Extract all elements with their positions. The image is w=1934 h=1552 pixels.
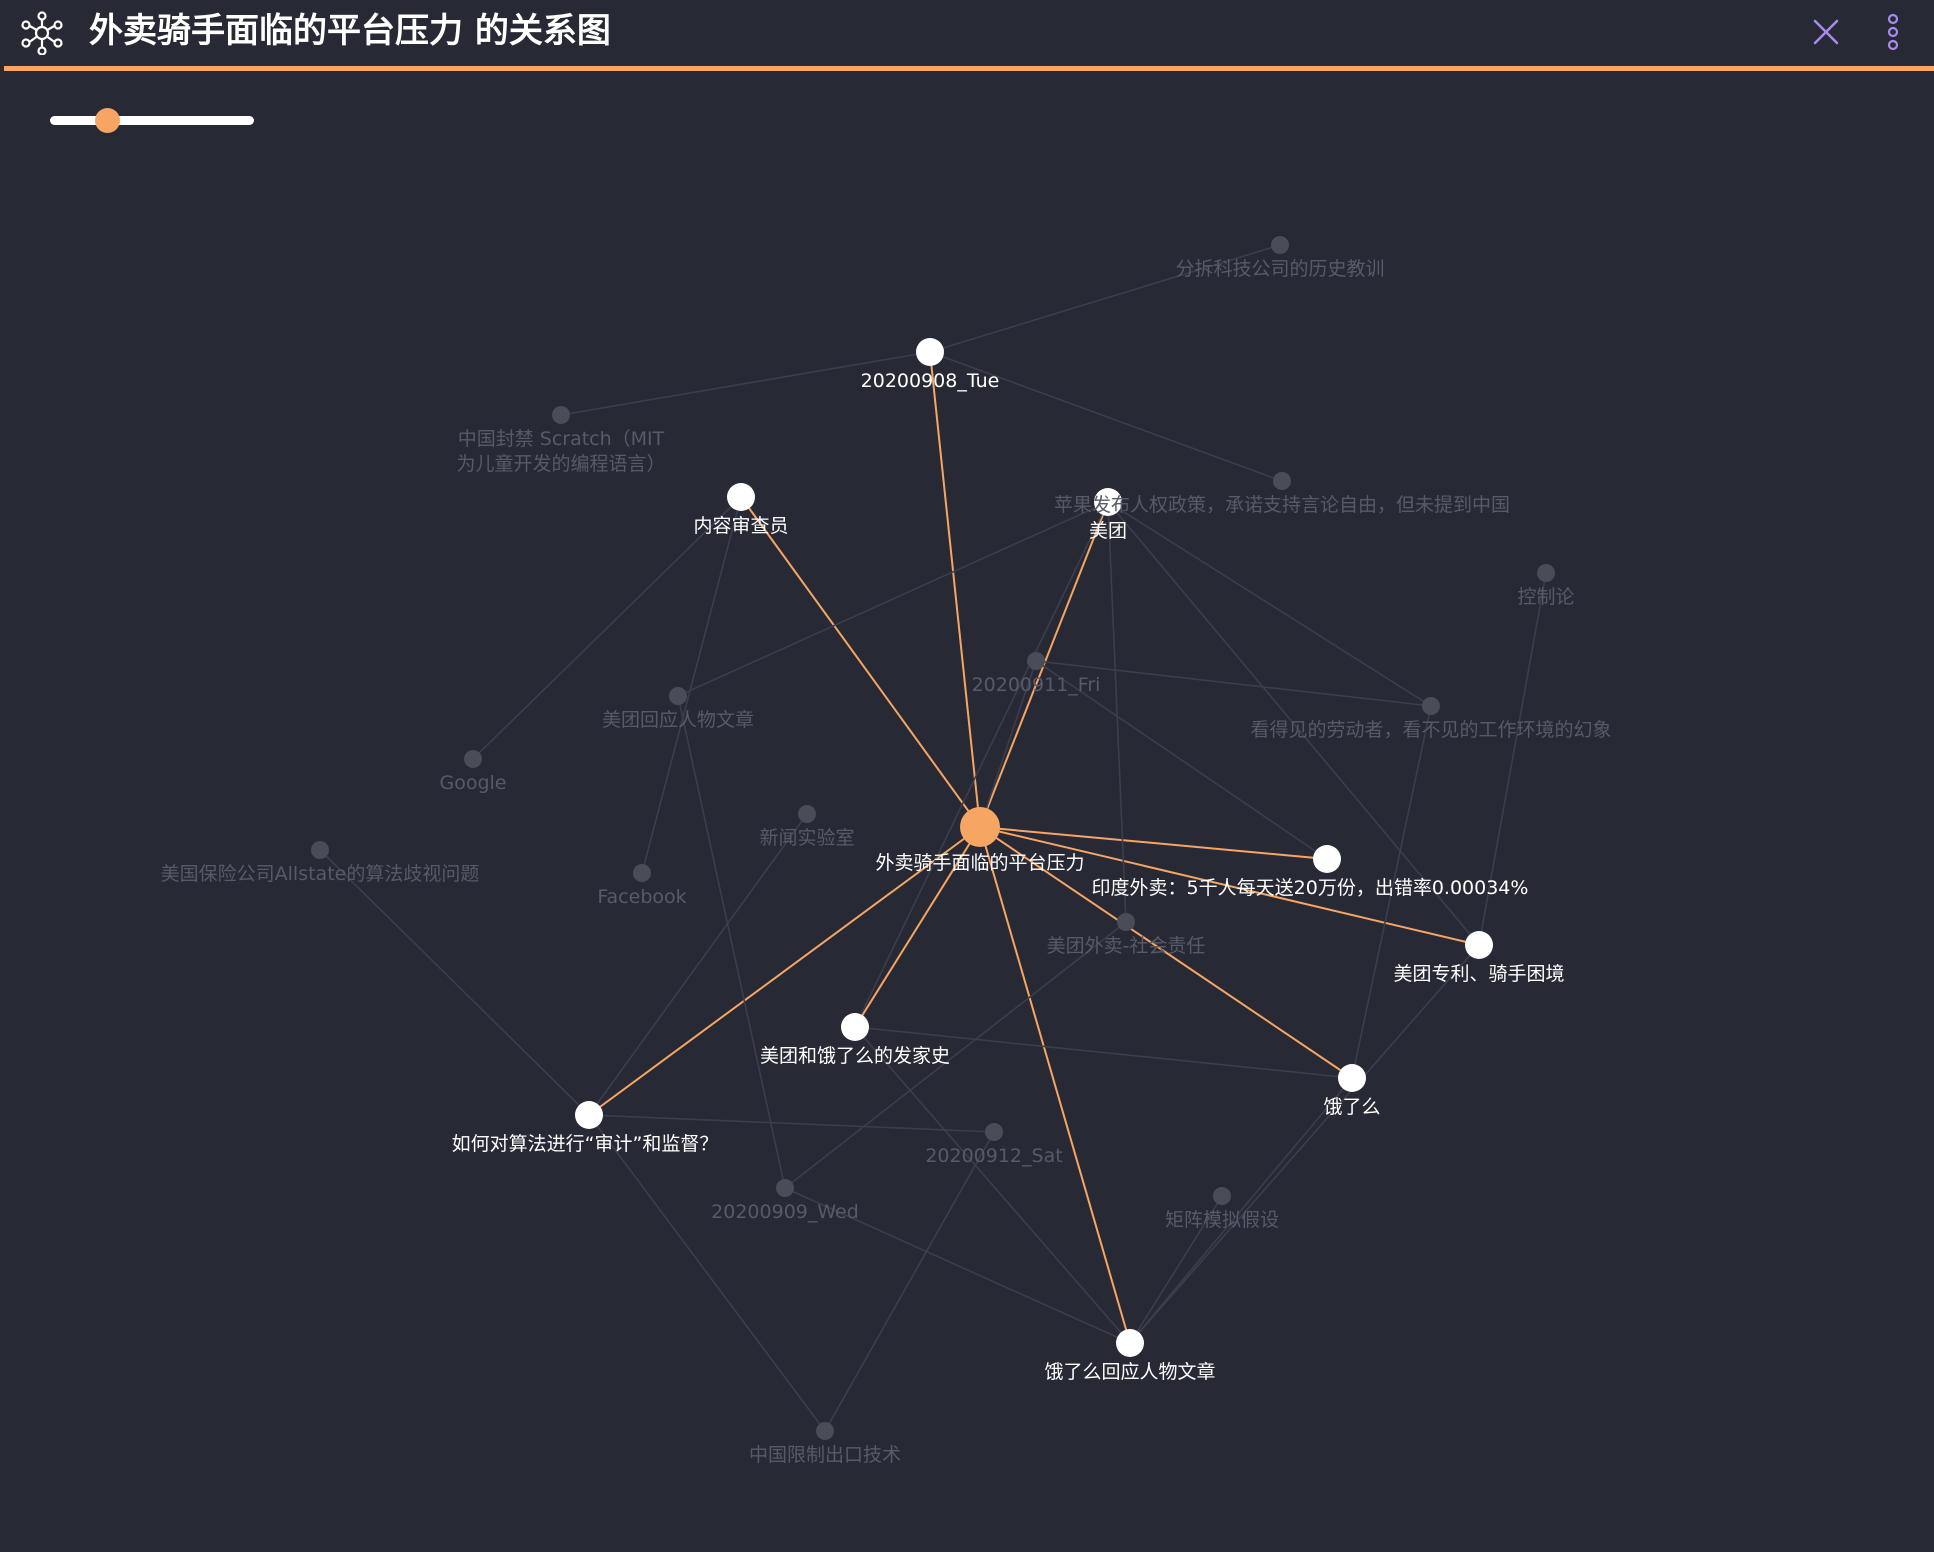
graph-node-n0908[interactable] [916,338,944,366]
edge-center-content [740,496,981,828]
graph-node-content[interactable] [727,483,755,511]
graph-node-label-elemeReply[interactable]: 饿了么回应人物文章 [1044,1361,1215,1383]
edge-allstate-audit [319,849,590,1116]
graph-node-allstate[interactable] [311,841,329,859]
graph-node-label-control[interactable]: 控制论 [1517,586,1574,608]
graph-node-label-allstate[interactable]: 美国保险公司Allstate的算法歧视问题 [161,863,480,885]
graph-node-export[interactable] [816,1422,834,1440]
graph-node-scratch[interactable] [552,406,570,424]
graph-node-csr[interactable] [1117,913,1135,931]
labels-layer: 外卖骑手面临的平台压力 20200908_Tue 内容审查员 美团印度外卖：5千人每天… [161,258,1612,1466]
graph-node-label-center[interactable]: 外卖骑手面临的平台压力 [875,852,1084,874]
graph-node-label-history[interactable]: 美团和饿了么的发家史 [760,1045,950,1067]
graph-node-label-patent[interactable]: 美团专利、骑手困境 [1393,963,1564,985]
graph-node-center[interactable] [960,807,1000,847]
graph-node-matrix[interactable] [1213,1187,1231,1205]
graph-node-label-mtReply[interactable]: 美团回应人物文章 [602,709,754,731]
graph-node-label-apple[interactable]: 苹果发布人权政策，承诺支持言论自由，但未提到中国 [1054,494,1510,516]
graph-node-label-n0911[interactable]: 20200911_Fri [972,674,1101,696]
edges-layer [319,244,1547,1432]
graph-node-eleme[interactable] [1338,1064,1366,1092]
nodes-layer [311,236,1555,1440]
graph-node-label-newslab[interactable]: 新闻实验室 [759,827,854,849]
graph-node-india[interactable] [1313,845,1341,873]
graph-node-mtReply[interactable] [669,687,687,705]
graph-node-label-matrix[interactable]: 矩阵模拟假设 [1165,1209,1279,1231]
graph-node-apple[interactable] [1273,472,1291,490]
edge-audit-export [588,1114,826,1432]
edge-patent-elemeReply [1129,944,1480,1344]
depth-slider[interactable] [50,106,254,134]
graph-node-label-audit[interactable]: 如何对算法进行“审计”和监督？ [452,1133,719,1155]
graph-node-control[interactable] [1537,564,1555,582]
graph-node-audit[interactable] [575,1101,603,1129]
graph-node-patent[interactable] [1465,931,1493,959]
relationship-graph[interactable]: 外卖骑手面临的平台压力 20200908_Tue 内容审查员 美团印度外卖：5千人每天… [0,0,1934,1552]
graph-node-label-workers[interactable]: 看得见的劳动者，看不见的工作环境的幻象 [1250,719,1611,741]
graph-node-n0909[interactable] [776,1179,794,1197]
graph-node-label-n0912[interactable]: 20200912_Sat [925,1145,1062,1167]
graph-node-split[interactable] [1271,236,1289,254]
graph-node-google[interactable] [464,750,482,768]
graph-node-n0911[interactable] [1027,652,1045,670]
graph-node-label-facebook[interactable]: Facebook [597,886,686,908]
edge-newslab-audit [588,813,808,1116]
graph-node-label-csr[interactable]: 美团外卖-社会责任 [1047,935,1206,957]
graph-node-label-n0909[interactable]: 20200909_Wed [711,1201,859,1223]
edge-history-elemeReply [854,1026,1131,1344]
graph-node-elemeReply[interactable] [1116,1329,1144,1357]
graph-node-label-india[interactable]: 印度外卖：5千人每天送20万份，出错率0.00034% [1092,877,1529,899]
graph-node-facebook[interactable] [633,864,651,882]
graph-node-workers[interactable] [1422,697,1440,715]
graph-node-n0912[interactable] [985,1123,1003,1141]
graph-node-newslab[interactable] [798,805,816,823]
graph-node-label-content[interactable]: 内容审查员 [693,515,788,537]
edge-n0912-export [824,1131,995,1432]
edge-center-elemeReply [979,826,1131,1344]
slider-track[interactable] [50,116,254,125]
graph-node-label-eleme[interactable]: 饿了么 [1323,1096,1380,1118]
graph-node-label-meituan[interactable]: 美团 [1089,520,1127,542]
edge-center-n0908 [929,351,981,828]
graph-node-label-n0908[interactable]: 20200908_Tue [861,370,1000,392]
edge-mtReply-n0909 [677,695,786,1189]
graph-node-label-export[interactable]: 中国限制出口技术 [749,1444,901,1466]
graph-node-label-google[interactable]: Google [439,772,506,794]
graph-node-label-scratch[interactable]: 中国封禁 Scratch（MIT 为儿童开发的编程语言） [456,428,665,475]
graph-node-history[interactable] [841,1013,869,1041]
edge-content-facebook [641,496,742,874]
graph-view-window: 外卖骑手面临的平台压力 的关系图 外卖骑手面临的平台压力 20200908_Tue… [0,0,1934,1552]
slider-thumb[interactable] [95,108,121,133]
graph-node-label-split[interactable]: 分拆科技公司的历史教训 [1175,258,1384,280]
